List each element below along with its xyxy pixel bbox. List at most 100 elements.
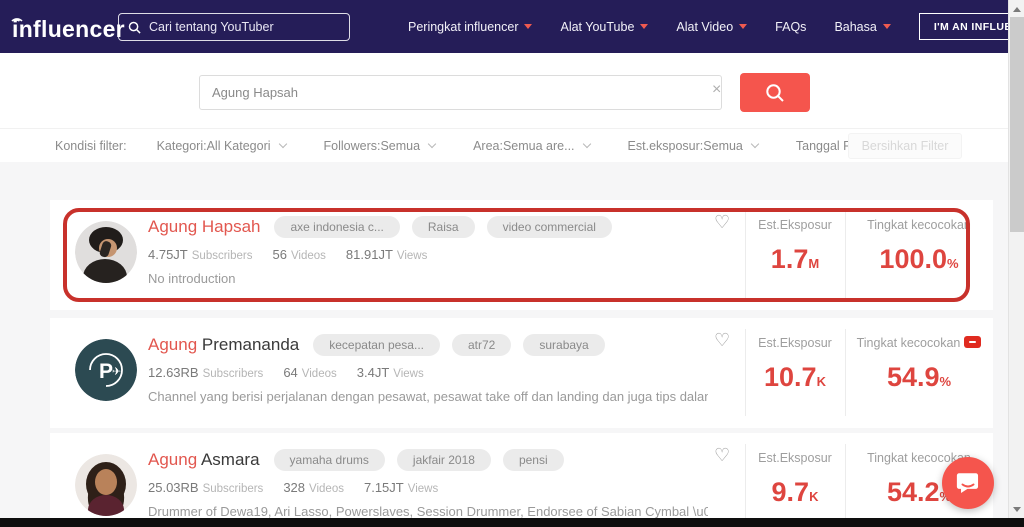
result-card-agung-hapsah[interactable]: Agung Hapsah axe indonesia c... Raisa vi… bbox=[50, 200, 993, 310]
filter-followers[interactable]: Followers:Semua bbox=[323, 138, 437, 153]
result-card-agung-asmara[interactable]: Agung Asmara yamaha drums jakfair 2018 p… bbox=[50, 433, 993, 527]
result-card-agung-premananda[interactable]: P ✈ Agung Premananda kecepatan pesa... a… bbox=[50, 318, 993, 428]
name-highlight: Agung bbox=[148, 335, 198, 354]
match-label: Tingkat kecocokan bbox=[867, 218, 971, 232]
filter-kategori[interactable]: Kategori:All Kategori bbox=[156, 138, 287, 153]
channel-description: No introduction bbox=[148, 271, 236, 286]
filter-conditions-label: Kondisi filter: bbox=[55, 138, 127, 153]
tag-list: kecepatan pesa... atr72 surabaya bbox=[313, 334, 616, 356]
match-column: Tingkat kecocokan 54.9% bbox=[845, 318, 993, 428]
subscribers-label: Subscribers bbox=[202, 483, 264, 495]
filter-bar: Kondisi filter: Kategori:All Kategori Fo… bbox=[0, 128, 1008, 162]
broadcast-icon bbox=[11, 18, 23, 22]
influencer-name[interactable]: Agung Hapsah bbox=[148, 217, 260, 237]
name-rest: Premananda bbox=[197, 335, 300, 354]
exposure-label: Est.Eksposur bbox=[758, 451, 832, 465]
influencer-name[interactable]: Agung Asmara bbox=[148, 450, 260, 470]
tag[interactable]: jakfair 2018 bbox=[396, 449, 491, 471]
channel-description: Drummer of Dewa19, Ari Lasso, Powerslave… bbox=[148, 504, 708, 519]
exposure-label: Est.Eksposur bbox=[758, 336, 832, 350]
tag[interactable]: pensi bbox=[502, 449, 564, 471]
clear-search-icon[interactable]: × bbox=[712, 82, 721, 98]
clear-filter-button[interactable]: Bersihkan Filter bbox=[848, 133, 962, 159]
chevron-down-icon bbox=[750, 139, 760, 149]
videos-label: Videos bbox=[309, 483, 344, 495]
tag[interactable]: kecepatan pesa... bbox=[313, 334, 440, 356]
arrow-up-icon bbox=[1013, 6, 1021, 12]
nav-item-alat-youtube[interactable]: Alat YouTube bbox=[560, 19, 649, 34]
channel-logo: P ✈ bbox=[75, 339, 137, 401]
search-button[interactable] bbox=[740, 73, 810, 112]
scrollbar-thumb[interactable] bbox=[1010, 17, 1024, 232]
tag[interactable]: axe indonesia c... bbox=[274, 216, 400, 238]
videos-count: 56 bbox=[272, 247, 287, 262]
vertical-scrollbar[interactable] bbox=[1008, 0, 1024, 527]
nav-item-label: Bahasa bbox=[834, 19, 877, 34]
avatar[interactable]: P ✈ bbox=[75, 339, 137, 401]
favorite-heart-icon[interactable]: ♡ bbox=[714, 213, 730, 231]
exposure-value: 9.7K bbox=[771, 477, 819, 507]
subscribers-count: 12.63RB bbox=[148, 365, 199, 380]
channel-stats: 4.75JT Subscribers 56 Videos 81.91JT Views bbox=[148, 247, 447, 262]
match-column: Tingkat kecocokan 100.0% bbox=[845, 200, 993, 310]
tag[interactable]: video commercial bbox=[486, 216, 612, 238]
filter-label: Followers:Semua bbox=[323, 138, 421, 153]
logo[interactable]: influencer bbox=[10, 10, 125, 43]
chat-button[interactable] bbox=[942, 457, 994, 509]
youtube-icon bbox=[964, 336, 982, 348]
exposure-column: Est.Eksposur 1.7M bbox=[745, 200, 845, 310]
arrow-down-icon bbox=[1013, 506, 1021, 512]
exposure-column: Est.Eksposur 10.7K bbox=[745, 318, 845, 428]
filter-area[interactable]: Area:Semua are... bbox=[473, 138, 591, 153]
tag[interactable]: atr72 bbox=[451, 334, 512, 356]
scroll-down-button[interactable] bbox=[1009, 501, 1024, 517]
name-highlight: Agung bbox=[148, 450, 198, 469]
nav-item-peringkat-influencer[interactable]: Peringkat influencer bbox=[408, 20, 533, 34]
views-count: 81.91JT bbox=[345, 247, 393, 262]
profile-photo bbox=[75, 454, 137, 516]
nav-search-box[interactable] bbox=[118, 13, 350, 41]
filter-label: Area:Semua are... bbox=[473, 138, 575, 153]
avatar[interactable] bbox=[75, 454, 137, 516]
nav-item-bahasa[interactable]: Bahasa bbox=[834, 19, 891, 34]
filter-label: Kategori:All Kategori bbox=[156, 138, 271, 153]
search-icon bbox=[766, 83, 784, 102]
nav-item-alat-video[interactable]: Alat Video bbox=[676, 20, 748, 34]
chevron-down-icon bbox=[882, 24, 891, 29]
window-bottom-edge bbox=[0, 518, 1024, 527]
search-section: × bbox=[0, 53, 1008, 128]
nav-menu: Peringkat influencer Alat YouTube Alat V… bbox=[408, 0, 1024, 53]
chat-bubble-icon bbox=[956, 473, 979, 494]
subscribers-count: 25.03RB bbox=[148, 480, 199, 495]
tag[interactable]: surabaya bbox=[523, 334, 605, 356]
nav-item-faqs[interactable]: FAQs bbox=[775, 20, 806, 34]
chevron-down-icon bbox=[524, 24, 533, 29]
views-count: 3.4JT bbox=[356, 365, 390, 380]
views-count: 7.15JT bbox=[363, 480, 404, 495]
nav-search-input[interactable] bbox=[149, 20, 340, 34]
filter-label: Est.eksposur:Semua bbox=[627, 138, 743, 153]
channel-stats: 25.03RB Subscribers 328 Videos 7.15JT Views bbox=[148, 480, 458, 495]
scroll-up-button[interactable] bbox=[1009, 1, 1024, 17]
favorite-heart-icon[interactable]: ♡ bbox=[714, 446, 730, 464]
views-label: Views bbox=[393, 368, 424, 380]
influencer-name[interactable]: Agung Premananda bbox=[148, 335, 299, 355]
exposure-value: 10.7K bbox=[764, 362, 826, 392]
svg-text:P: P bbox=[99, 360, 113, 383]
search-icon bbox=[128, 21, 141, 34]
videos-label: Videos bbox=[290, 250, 326, 262]
tag[interactable]: Raisa bbox=[411, 216, 475, 238]
avatar[interactable] bbox=[75, 221, 137, 283]
subscribers-label: Subscribers bbox=[191, 250, 253, 262]
chevron-down-icon bbox=[739, 24, 748, 29]
top-navbar: influencer Peringkat influencer Alat You… bbox=[0, 0, 1024, 53]
chevron-down-icon bbox=[427, 139, 437, 149]
chevron-down-icon bbox=[640, 24, 649, 29]
match-label: Tingkat kecocokan bbox=[845, 336, 993, 350]
favorite-heart-icon[interactable]: ♡ bbox=[714, 331, 730, 349]
videos-count: 64 bbox=[283, 365, 298, 380]
search-input[interactable] bbox=[199, 75, 722, 110]
tag[interactable]: yamaha drums bbox=[273, 449, 385, 471]
filter-est-eksposur[interactable]: Est.eksposur:Semua bbox=[627, 138, 760, 153]
nav-item-label: Alat YouTube bbox=[560, 19, 635, 34]
